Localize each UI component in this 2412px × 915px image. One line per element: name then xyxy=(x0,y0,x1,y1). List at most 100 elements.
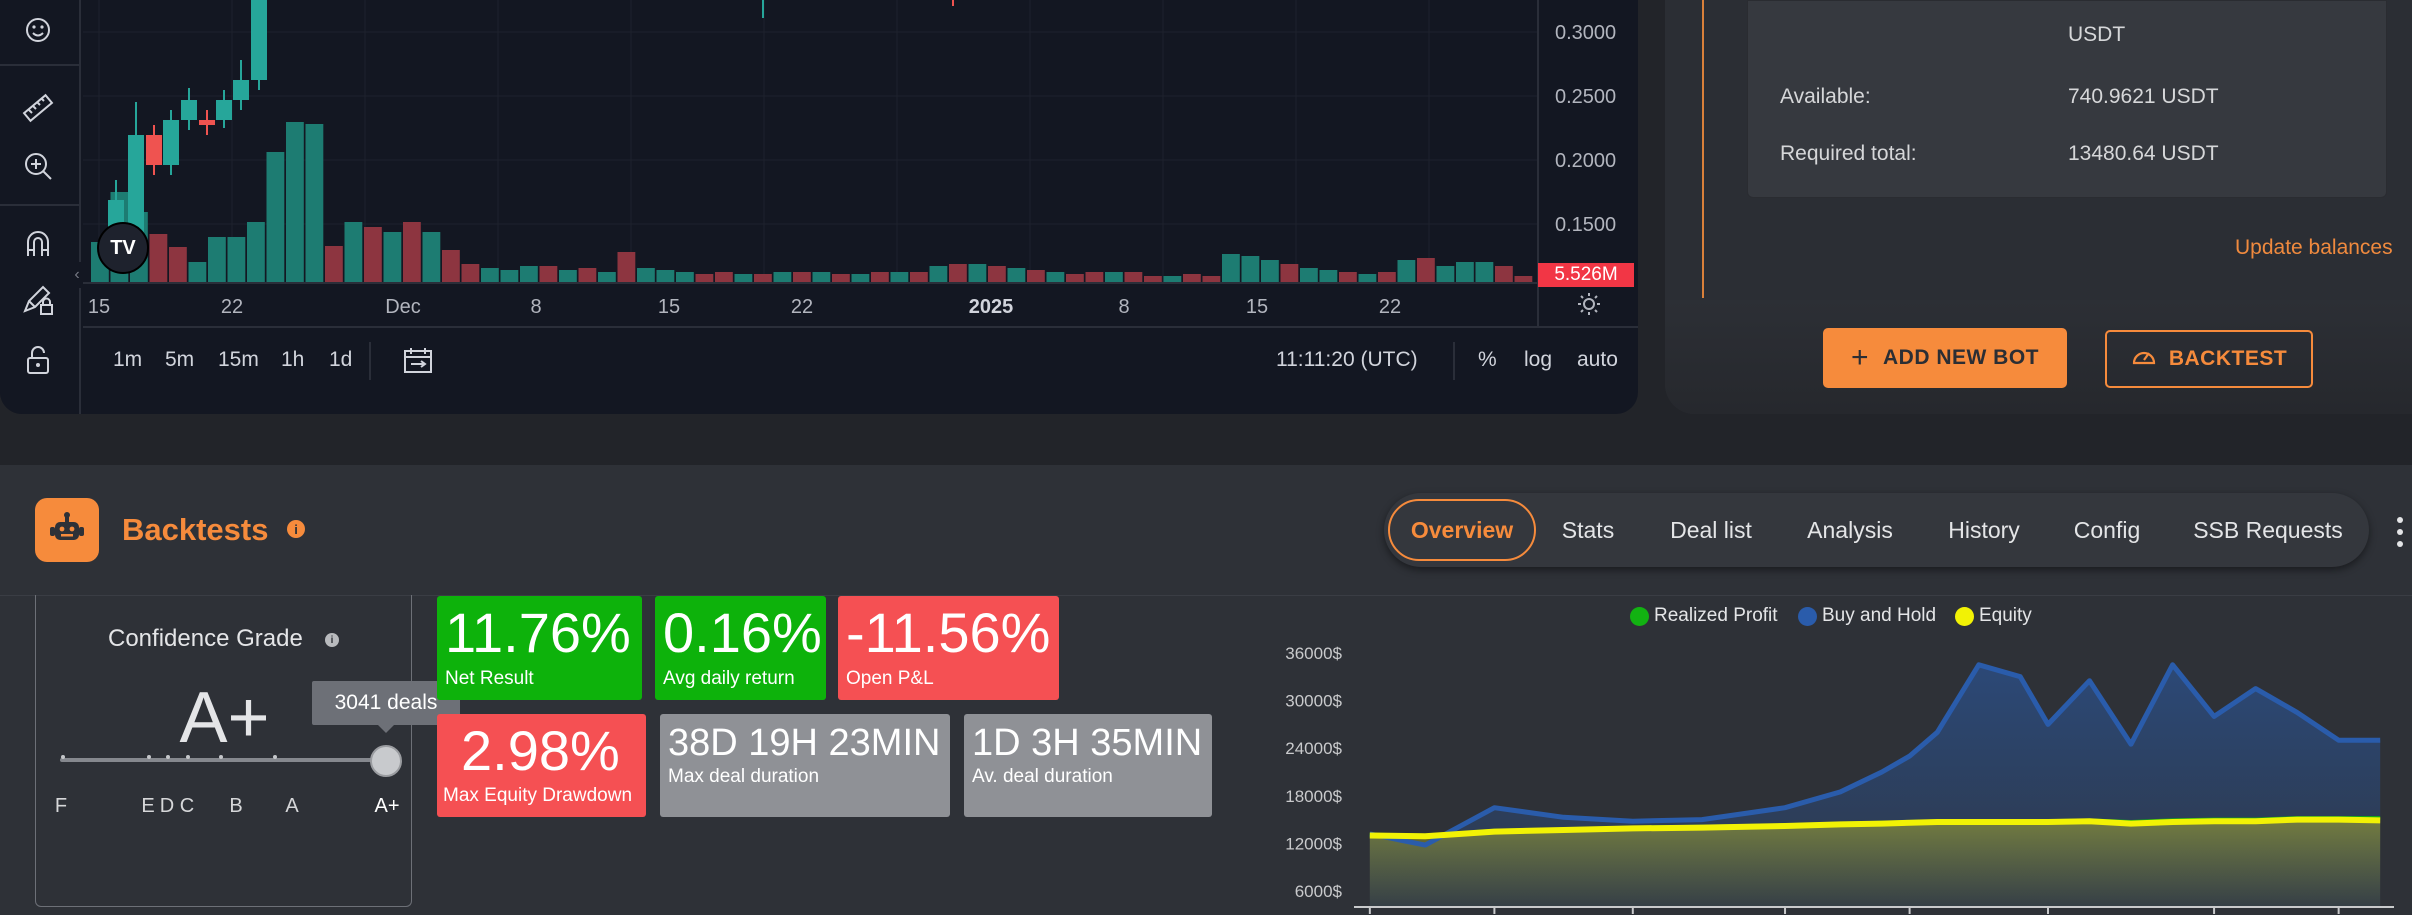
y-tick-label: 36000$ xyxy=(1285,644,1342,663)
available-value: 740.9621 USDT xyxy=(2068,85,2219,108)
percent-scale-toggle[interactable]: % xyxy=(1478,348,1497,372)
balance-currency: USDT xyxy=(2068,23,2126,46)
time-tick: 22 xyxy=(220,296,244,318)
backtests-panel: Backtests i Overview Stats Deal list Ana… xyxy=(0,465,2412,915)
max-equity-drawdown-tile: 2.98% Max Equity Drawdown xyxy=(437,714,646,817)
price-tick: 0.2500 xyxy=(1555,86,1617,108)
emoji-icon[interactable] xyxy=(14,6,62,54)
metric-label: Max deal duration xyxy=(668,766,820,787)
balance-panel: USDT Available: 740.9621 USDT Required t… xyxy=(1665,0,2412,414)
backtest-label: BACKTEST xyxy=(2168,347,2288,370)
tab-overview[interactable]: Overview xyxy=(1411,493,1513,567)
add-new-bot-button[interactable]: + ADD NEW BOT xyxy=(1823,328,2067,388)
equity-chart[interactable]: Realized Profit Buy and Hold Equity 3600… xyxy=(1260,595,2412,915)
tab-ssb-requests[interactable]: SSB Requests xyxy=(2193,493,2343,567)
zoom-in-icon[interactable] xyxy=(14,142,62,190)
magnet-icon[interactable] xyxy=(14,220,62,268)
grade-tick xyxy=(61,755,65,759)
open-pnl-tile: -11.56% Open P&L xyxy=(838,596,1059,700)
pencil-lock-icon[interactable] xyxy=(14,276,62,324)
time-axis[interactable]: 15 22 Dec 8 15 22 2025 8 15 22 xyxy=(83,282,1537,326)
settings-sun-icon[interactable] xyxy=(1577,292,1601,321)
robot-icon xyxy=(35,498,99,562)
grade-label-a: A xyxy=(285,795,299,817)
date-range-icon[interactable] xyxy=(403,346,433,381)
interval-1d[interactable]: 1d xyxy=(329,348,352,372)
accent-divider xyxy=(1702,0,1704,298)
metric-value: 0.16% xyxy=(663,601,822,664)
y-tick-label: 6000$ xyxy=(1295,882,1343,901)
grade-label-d: D xyxy=(159,795,175,817)
interval-15m[interactable]: 15m xyxy=(218,348,259,372)
update-balances-link[interactable]: Update balances xyxy=(2235,236,2393,260)
confidence-grade-title: Confidence Grade xyxy=(108,625,303,652)
grade-label-a-plus: A+ xyxy=(374,795,400,817)
lock-icon[interactable] xyxy=(14,336,62,384)
tab-stats[interactable]: Stats xyxy=(1562,493,1614,567)
chart-bottom-bar: 1m 5m 15m 1h 1d 11:11:20 (UTC) % log aut… xyxy=(83,326,1638,392)
collapse-toolbar-arrow[interactable]: ‹ xyxy=(70,262,84,288)
time-tick: 22 xyxy=(1378,296,1402,318)
y-tick-label: 30000$ xyxy=(1285,692,1342,711)
max-deal-duration-tile: 38D 19H 23MIN Max deal duration xyxy=(660,714,950,817)
y-tick-label: 12000$ xyxy=(1285,834,1342,853)
metric-value: -11.56% xyxy=(846,601,1051,664)
interval-5m[interactable]: 5m xyxy=(165,348,194,372)
metric-value: 2.98% xyxy=(461,719,620,782)
tab-history[interactable]: History xyxy=(1948,493,2020,567)
time-tick: 15 xyxy=(87,296,111,318)
metric-label: Max Equity Drawdown xyxy=(443,785,633,806)
time-tick: 15 xyxy=(657,296,681,318)
plus-icon: + xyxy=(1850,341,1870,374)
grade-tick xyxy=(166,755,170,759)
utc-clock[interactable]: 11:11:20 (UTC) xyxy=(1276,348,1418,372)
bar-divider xyxy=(369,342,371,380)
available-label: Available: xyxy=(1780,85,1871,108)
metric-value: 38D 19H 23MIN xyxy=(668,722,941,764)
tab-config[interactable]: Config xyxy=(2074,493,2140,567)
price-chart-panel[interactable]: TV ‹ 0.3000 0.2500 0.2000 0.1500 5.526M … xyxy=(0,0,1638,414)
more-options-icon[interactable] xyxy=(2396,517,2404,547)
info-icon[interactable]: i xyxy=(287,520,305,538)
y-tick-label: 24000$ xyxy=(1285,739,1342,758)
tab-analysis[interactable]: Analysis xyxy=(1807,493,1893,567)
tab-deal-list[interactable]: Deal list xyxy=(1670,493,1752,567)
add-new-bot-label: ADD NEW BOT xyxy=(1883,346,2040,369)
interval-1h[interactable]: 1h xyxy=(281,348,304,372)
metric-label: Open P&L xyxy=(846,668,934,689)
speedometer-icon xyxy=(2131,343,2157,375)
required-total-label: Required total: xyxy=(1780,142,1917,165)
interval-1m[interactable]: 1m xyxy=(113,348,142,372)
metric-label: Avg daily return xyxy=(663,668,795,689)
price-tick: 0.2000 xyxy=(1555,150,1617,172)
grade-label-c: C xyxy=(179,795,195,817)
auto-scale-toggle[interactable]: auto xyxy=(1577,348,1618,372)
time-tick: 8 xyxy=(1118,296,1130,318)
y-tick-label: 18000$ xyxy=(1285,787,1342,806)
time-tick: 8 xyxy=(530,296,542,318)
metric-label: Av. deal duration xyxy=(972,766,1113,787)
time-tick: 2025 xyxy=(968,296,1014,318)
ruler-icon[interactable] xyxy=(14,84,62,132)
time-tick: 22 xyxy=(790,296,814,318)
toolbar-divider xyxy=(0,204,81,206)
backtests-title: Backtests xyxy=(122,512,269,547)
equity-plot[interactable]: 36000$30000$24000$18000$12000$6000$Nov '… xyxy=(1260,595,2412,915)
metric-value: 11.76% xyxy=(445,601,631,664)
metric-label: Net Result xyxy=(445,668,534,689)
last-volume-label: 5.526M xyxy=(1538,263,1634,287)
candlestick-plot[interactable] xyxy=(83,0,1537,282)
drawing-toolbar xyxy=(0,0,81,414)
backtest-tabs: Overview Stats Deal list Analysis Histor… xyxy=(1384,493,2369,567)
avg-daily-return-tile: 0.16% Avg daily return xyxy=(655,596,826,700)
confidence-grade-card: Confidence Grade i A+ 3041 deals F E D C… xyxy=(35,595,460,907)
time-tick: 15 xyxy=(1245,296,1269,318)
avg-deal-duration-tile: 1D 3H 35MIN Av. deal duration xyxy=(964,714,1212,817)
grade-slider-thumb[interactable] xyxy=(370,745,402,777)
price-tick: 0.3000 xyxy=(1555,22,1617,44)
price-tick: 0.1500 xyxy=(1555,214,1617,236)
required-total-value: 13480.64 USDT xyxy=(2068,142,2219,165)
backtest-button[interactable]: BACKTEST xyxy=(2105,330,2313,388)
info-icon[interactable]: i xyxy=(325,633,339,647)
log-scale-toggle[interactable]: log xyxy=(1524,348,1552,372)
